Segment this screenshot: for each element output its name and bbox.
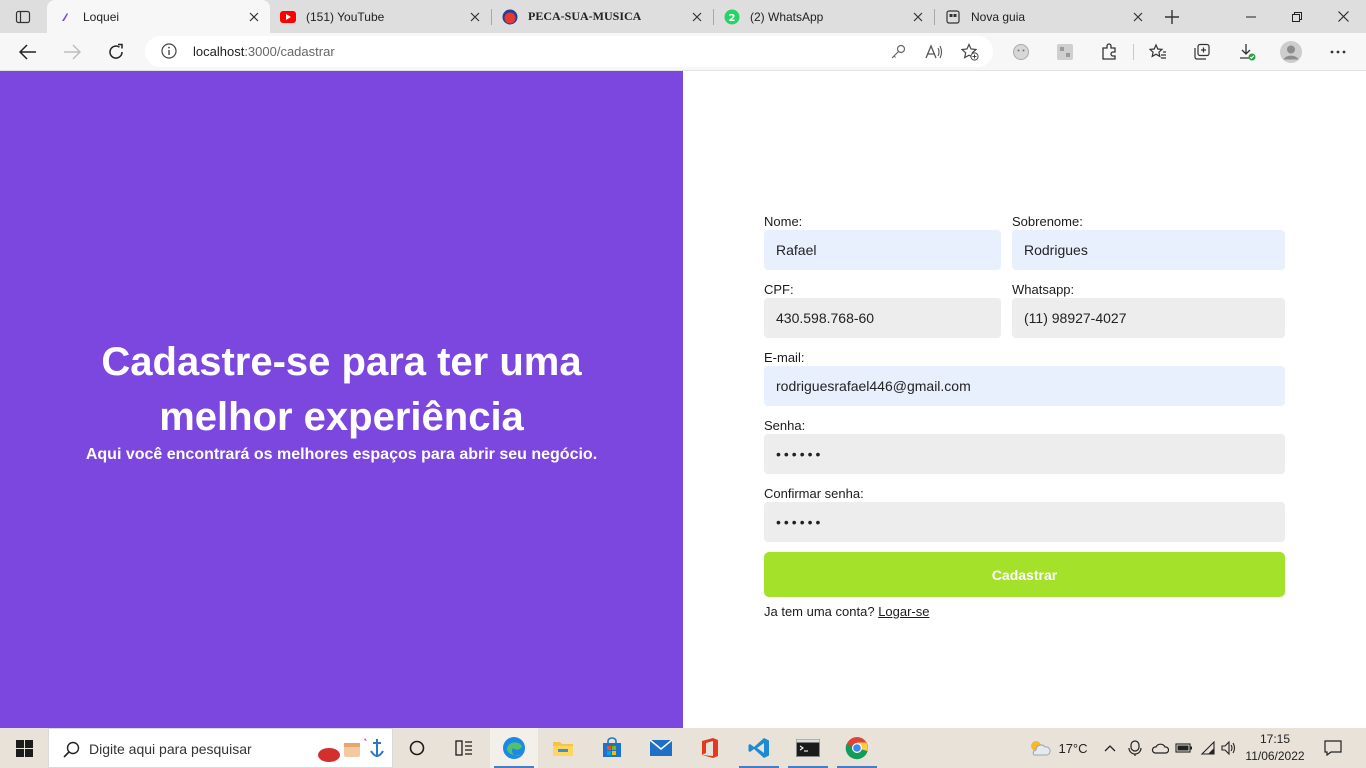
close-icon[interactable] bbox=[1130, 9, 1146, 25]
search-highlight-illustration-icon bbox=[317, 735, 389, 763]
loquei-favicon-icon bbox=[57, 9, 73, 25]
tab-whatsapp[interactable]: 2 (2) WhatsApp bbox=[714, 0, 934, 33]
back-arrow-icon[interactable] bbox=[14, 38, 42, 66]
mail-icon[interactable] bbox=[637, 728, 685, 768]
nome-input[interactable]: Rafael bbox=[764, 230, 1001, 270]
extension-face-icon[interactable] bbox=[1009, 40, 1033, 64]
peca-sua-musica-icon bbox=[502, 9, 518, 25]
refresh-icon[interactable] bbox=[102, 38, 130, 66]
email-input[interactable]: rodriguesrafael446@gmail.com bbox=[764, 366, 1285, 406]
favorites-icon[interactable] bbox=[1146, 40, 1170, 64]
office-icon[interactable] bbox=[686, 728, 734, 768]
microsoft-store-icon[interactable] bbox=[588, 728, 636, 768]
edge-taskbar-icon[interactable] bbox=[490, 728, 538, 768]
cadastrar-button[interactable]: Cadastrar bbox=[764, 552, 1285, 597]
site-info-icon[interactable] bbox=[161, 43, 177, 59]
search-placeholder: Digite aqui para pesquisar bbox=[89, 741, 252, 757]
hero-subtitle: Aqui você encontrará os melhores espaços… bbox=[85, 446, 598, 463]
tab-peca-sua-musica[interactable]: PECA-SUA-MUSICA bbox=[492, 0, 713, 33]
widgets-icon[interactable] bbox=[440, 728, 488, 768]
url-text: localhost:3000/cadastrar bbox=[193, 44, 335, 59]
login-prompt: Ja tem uma conta? Logar-se bbox=[764, 604, 930, 619]
address-bar[interactable]: localhost:3000/cadastrar bbox=[145, 36, 993, 67]
profile-avatar-icon[interactable] bbox=[1279, 40, 1303, 64]
restore-icon[interactable] bbox=[1274, 0, 1320, 33]
windows-start-icon[interactable] bbox=[0, 728, 48, 768]
clock-time: 17:15 bbox=[1259, 732, 1291, 746]
search-icon bbox=[62, 740, 80, 758]
windows-taskbar: Digite aqui para pesquisar 17°C 17:15 11… bbox=[0, 728, 1366, 768]
signup-form: Nome: Rafael Sobrenome: Rodrigues CPF: 4… bbox=[764, 71, 1285, 728]
login-prompt-text: Ja tem uma conta? bbox=[764, 604, 875, 619]
senha-label: Senha: bbox=[764, 418, 806, 433]
downloads-icon[interactable] bbox=[1235, 40, 1259, 64]
notifications-icon[interactable] bbox=[1322, 738, 1344, 758]
weather-temperature[interactable]: 17°C bbox=[1056, 738, 1090, 758]
meet-now-icon[interactable] bbox=[1126, 738, 1144, 758]
vscode-icon[interactable] bbox=[735, 728, 783, 768]
sobrenome-input[interactable]: Rodrigues bbox=[1012, 230, 1285, 270]
tab-title: PECA-SUA-MUSICA bbox=[528, 9, 642, 23]
new-tab-page-icon bbox=[945, 9, 961, 25]
new-tab-plus-icon[interactable] bbox=[1160, 5, 1184, 29]
more-options-icon[interactable] bbox=[1326, 40, 1350, 64]
page-content: Cadastre-se para ter uma melhor experiên… bbox=[0, 71, 1366, 728]
whatsapp-input[interactable]: (11) 98927-4027 bbox=[1012, 298, 1285, 338]
close-icon[interactable] bbox=[689, 9, 705, 25]
whatsapp-label: Whatsapp: bbox=[1012, 282, 1075, 297]
file-explorer-icon[interactable] bbox=[539, 728, 587, 768]
browser-tab-strip: Loquei (151) YouTube PECA-SUA-MUSICA 2 (… bbox=[0, 0, 1366, 33]
whatsapp-icon: 2 bbox=[724, 9, 740, 25]
key-icon[interactable] bbox=[888, 42, 908, 62]
confirm-password-label: Confirmar senha: bbox=[764, 486, 864, 501]
email-label: E-mail: bbox=[764, 350, 805, 365]
nome-label: Nome: bbox=[764, 214, 803, 229]
svg-text:2: 2 bbox=[729, 13, 736, 24]
url-path: :3000/cadastrar bbox=[244, 44, 335, 59]
chevron-up-icon[interactable] bbox=[1102, 738, 1118, 758]
volume-icon[interactable] bbox=[1219, 738, 1239, 758]
cpf-input[interactable]: 430.598.768-60 bbox=[764, 298, 1001, 338]
task-view-icon[interactable] bbox=[393, 728, 441, 768]
url-host: localhost bbox=[193, 44, 245, 59]
tab-youtube[interactable]: (151) YouTube bbox=[270, 0, 491, 33]
toolbar-divider bbox=[1133, 44, 1134, 60]
close-window-icon[interactable] bbox=[1320, 0, 1366, 33]
tab-loquei[interactable]: Loquei bbox=[47, 0, 270, 33]
terminal-icon[interactable] bbox=[784, 728, 832, 768]
youtube-icon bbox=[280, 9, 296, 25]
system-clock[interactable]: 17:15 11/06/2022 bbox=[1240, 731, 1310, 765]
extension-grid-icon[interactable] bbox=[1053, 40, 1077, 64]
wifi-icon[interactable] bbox=[1198, 738, 1218, 758]
extensions-puzzle-icon[interactable] bbox=[1097, 40, 1121, 64]
tab-title: (2) WhatsApp bbox=[750, 9, 824, 24]
battery-icon[interactable] bbox=[1174, 738, 1194, 758]
clock-date: 11/06/2022 bbox=[1245, 749, 1305, 763]
password-input[interactable]: •••••• bbox=[764, 434, 1285, 474]
add-favorite-icon[interactable] bbox=[960, 42, 980, 62]
login-link[interactable]: Logar-se bbox=[878, 604, 929, 619]
close-icon[interactable] bbox=[467, 9, 483, 25]
tab-title: Loquei bbox=[83, 9, 120, 24]
taskbar-search-box[interactable]: Digite aqui para pesquisar bbox=[48, 728, 393, 768]
tab-nova-guia[interactable]: Nova guia bbox=[935, 0, 1154, 33]
hero-title: Cadastre-se para ter uma melhor experiên… bbox=[101, 340, 582, 439]
browser-toolbar: localhost:3000/cadastrar bbox=[0, 33, 1366, 71]
chrome-icon[interactable] bbox=[833, 728, 881, 768]
confirm-password-input[interactable]: •••••• bbox=[764, 502, 1285, 542]
onedrive-cloud-icon[interactable] bbox=[1150, 738, 1170, 758]
tab-title: Nova guia bbox=[971, 9, 1026, 24]
weather-icon[interactable] bbox=[1026, 738, 1052, 758]
tab-actions-icon[interactable] bbox=[9, 6, 37, 28]
read-aloud-icon[interactable] bbox=[924, 42, 944, 62]
minimize-icon[interactable] bbox=[1228, 0, 1274, 33]
close-icon[interactable] bbox=[246, 9, 262, 25]
collections-icon[interactable] bbox=[1190, 40, 1214, 64]
hero-panel: Cadastre-se para ter uma melhor experiên… bbox=[0, 71, 683, 728]
close-icon[interactable] bbox=[910, 9, 926, 25]
sobrenome-label: Sobrenome: bbox=[1012, 214, 1083, 229]
tab-title: (151) YouTube bbox=[306, 9, 385, 24]
forward-arrow-icon[interactable] bbox=[58, 38, 86, 66]
cpf-label: CPF: bbox=[764, 282, 794, 297]
